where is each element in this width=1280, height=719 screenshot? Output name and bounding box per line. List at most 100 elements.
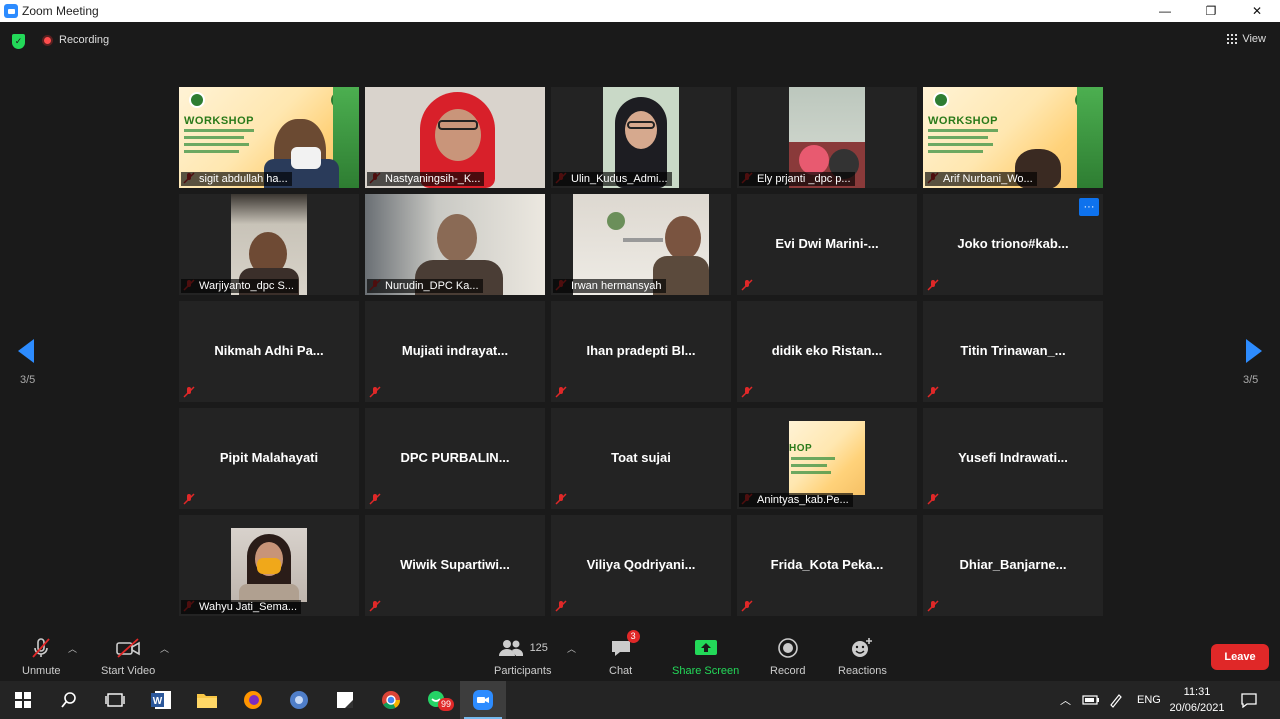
participants-button[interactable]: 125 Participants: [494, 636, 551, 677]
zoom-logo-icon: [4, 4, 18, 18]
participant-tile[interactable]: Yusefi Indrawati...: [923, 408, 1103, 509]
show-hidden-icons-chevron-icon[interactable]: ︿: [1060, 681, 1071, 719]
chrome-icon[interactable]: [368, 681, 414, 719]
participant-tile[interactable]: didik eko Ristan...: [737, 301, 917, 402]
participant-tile[interactable]: Wahyu Jati_Sema...: [179, 515, 359, 616]
participant-tile[interactable]: HOP Anintyas_kab.Pe...: [737, 408, 917, 509]
record-button[interactable]: Record: [770, 636, 805, 677]
title-bar: Zoom Meeting — ❐ ✕: [0, 0, 1280, 22]
record-icon: [777, 638, 798, 658]
chrome-alt-icon[interactable]: [276, 681, 322, 719]
leave-button[interactable]: Leave: [1211, 644, 1269, 670]
encryption-shield-icon[interactable]: [12, 34, 25, 49]
share-screen-button[interactable]: Share Screen: [672, 636, 739, 677]
participant-name-center: Frida_Kota Peka...: [770, 557, 884, 572]
close-button[interactable]: ✕: [1234, 0, 1280, 22]
muted-mic-icon: [927, 493, 939, 505]
participant-name-center: Toat sujai: [611, 450, 671, 465]
more-options-button[interactable]: ···: [1079, 198, 1099, 216]
participant-name: Wahyu Jati_Sema...: [181, 600, 302, 614]
window-controls: — ❐ ✕: [1142, 0, 1280, 22]
participant-name-center: Ihan pradepti Bl...: [586, 343, 696, 358]
participant-tile[interactable]: Titin Trinawan_...: [923, 301, 1103, 402]
record-label: Record: [770, 665, 806, 677]
participants-count: 125: [529, 642, 548, 654]
recording-indicator[interactable]: Recording: [42, 34, 109, 46]
next-page-arrow-icon[interactable]: [1246, 339, 1262, 363]
participant-name: Warjiyanto_dpc S...: [181, 279, 298, 293]
chat-unread-badge: 3: [626, 630, 640, 643]
battery-icon[interactable]: [1082, 681, 1100, 719]
participant-name: sigit abdullah ha...: [181, 172, 292, 186]
window-title: Zoom Meeting: [22, 4, 99, 18]
muted-microphone-icon: [30, 636, 52, 660]
muted-mic-icon: [369, 386, 381, 398]
gallery-grid-icon: [1227, 34, 1238, 44]
participant-tile[interactable]: Nurudin_DPC Ka...: [365, 194, 545, 295]
file-explorer-icon[interactable]: [184, 681, 230, 719]
participant-tile[interactable]: Dhiar_Banjarne...: [923, 515, 1103, 616]
meeting-toolbar: Unmute ︿ Start Video ︿ 125 Participants …: [0, 628, 1280, 681]
participant-tile[interactable]: Nastyaningsih-_K...: [365, 87, 545, 188]
participant-tile[interactable]: Ely prjanti _dpc p...: [737, 87, 917, 188]
participant-tile[interactable]: Irwan hermansyah: [551, 194, 731, 295]
language-indicator[interactable]: ENG: [1137, 681, 1161, 719]
participant-tile[interactable]: DPC PURBALIN...: [365, 408, 545, 509]
task-view-icon[interactable]: [92, 681, 138, 719]
participant-tile[interactable]: Warjiyanto_dpc S...: [179, 194, 359, 295]
word-app-icon[interactable]: W: [138, 681, 184, 719]
notification-center-icon[interactable]: [1240, 681, 1258, 719]
unmute-button[interactable]: Unmute: [22, 636, 61, 677]
recording-label: Recording: [59, 34, 110, 46]
search-icon[interactable]: [46, 681, 92, 719]
participant-tile[interactable]: WORKSHOP Arif Nurbani_Wo...: [923, 87, 1103, 188]
participants-options-chevron-icon[interactable]: ︿: [567, 642, 576, 655]
share-screen-icon: [694, 640, 717, 655]
zoom-window: Zoom Meeting — ❐ ✕ Recording View 3/5 3/…: [0, 0, 1280, 719]
page-indicator-right: 3/5: [1243, 374, 1259, 386]
participant-name-center: Joko triono#kab...: [957, 236, 1069, 251]
firefox-icon[interactable]: [230, 681, 276, 719]
participant-tile[interactable]: Mujiati indrayat...: [365, 301, 545, 402]
previous-page-arrow-icon[interactable]: [18, 339, 34, 363]
participant-video: [231, 528, 307, 602]
muted-mic-icon: [369, 600, 381, 612]
reactions-label: Reactions: [838, 665, 887, 677]
start-video-button[interactable]: Start Video: [101, 636, 155, 677]
participant-tile[interactable]: Nikmah Adhi Pa...: [179, 301, 359, 402]
participant-tile[interactable]: Ihan pradepti Bl...: [551, 301, 731, 402]
zoom-app-icon[interactable]: [460, 681, 506, 719]
taskbar-clock[interactable]: 11:31 20/06/2021: [1166, 684, 1228, 716]
restore-button[interactable]: ❐: [1188, 0, 1234, 22]
windows-start-icon[interactable]: [0, 681, 46, 719]
participant-tile[interactable]: ··· Joko triono#kab...: [923, 194, 1103, 295]
audio-options-chevron-icon[interactable]: ︿: [68, 642, 77, 655]
workshop-poster-video: HOP: [789, 421, 865, 495]
participant-tile[interactable]: Pipit Malahayati: [179, 408, 359, 509]
participant-tile[interactable]: Viliya Qodriyani...: [551, 515, 731, 616]
video-options-chevron-icon[interactable]: ︿: [160, 642, 169, 655]
chat-button[interactable]: 3 Chat: [609, 630, 640, 677]
clock-time: 11:31: [1183, 686, 1211, 698]
reactions-button[interactable]: Reactions: [838, 636, 887, 677]
recording-dot-icon: [42, 34, 53, 46]
view-button[interactable]: View: [1227, 33, 1266, 45]
chat-label: Chat: [609, 665, 633, 677]
minimize-button[interactable]: —: [1142, 0, 1188, 22]
participant-tile[interactable]: Ulin_Kudus_Admi...: [551, 87, 731, 188]
windows-taskbar: W 99 ︿ ENG 11:31 20/06/2021: [0, 681, 1280, 719]
muted-mic-icon: [183, 493, 195, 505]
video-off-icon: [114, 636, 142, 660]
participant-tile[interactable]: Evi Dwi Marini-...: [737, 194, 917, 295]
participant-tile[interactable]: Toat sujai: [551, 408, 731, 509]
participant-tile[interactable]: Wiwik Supartiwi...: [365, 515, 545, 616]
pen-icon[interactable]: [1108, 681, 1124, 719]
notes-app-icon[interactable]: [322, 681, 368, 719]
muted-mic-icon: [741, 386, 753, 398]
participant-name-center: Titin Trinawan_...: [960, 343, 1066, 358]
participant-tile[interactable]: WORKSHOP sigit abdullah ha...: [179, 87, 359, 188]
participant-tile[interactable]: Frida_Kota Peka...: [737, 515, 917, 616]
participant-name-center: Yusefi Indrawati...: [958, 450, 1068, 465]
whatsapp-icon[interactable]: 99: [414, 681, 460, 719]
clock-date: 20/06/2021: [1169, 702, 1225, 714]
